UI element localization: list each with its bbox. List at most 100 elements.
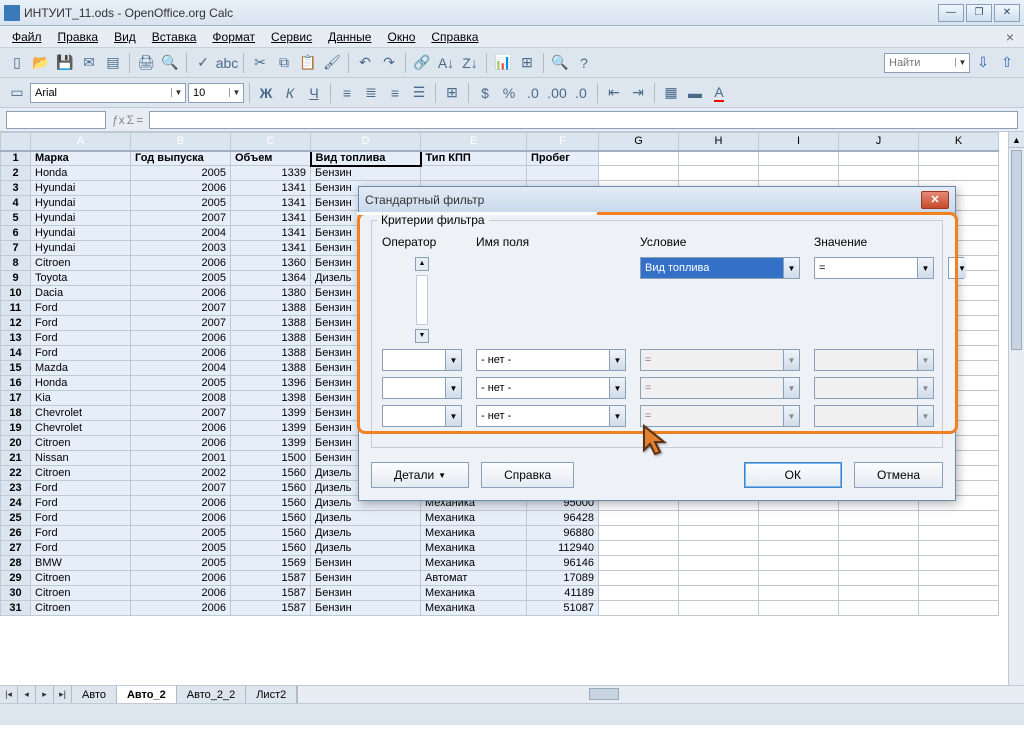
cell[interactable]: Hyundai [31, 181, 131, 196]
cell[interactable] [919, 526, 999, 541]
cell[interactable]: 1364 [231, 271, 311, 286]
cell[interactable]: 2007 [131, 316, 231, 331]
col-header[interactable]: J [839, 133, 919, 151]
cell[interactable]: 2005 [131, 526, 231, 541]
cell[interactable]: Citroen [31, 586, 131, 601]
cell[interactable] [599, 586, 679, 601]
cell[interactable]: Бензин [311, 556, 421, 571]
sum-icon[interactable]: Σ [127, 113, 134, 127]
indent-inc-icon[interactable]: ⇥ [627, 82, 649, 104]
cell[interactable]: 1341 [231, 241, 311, 256]
cell[interactable]: Вид топлива [311, 151, 421, 166]
cell[interactable]: 112940 [527, 541, 599, 556]
cell[interactable] [919, 571, 999, 586]
vertical-scrollbar[interactable]: ▲ [1008, 132, 1024, 685]
cell[interactable]: Kia [31, 391, 131, 406]
cell[interactable]: Автомат [421, 571, 527, 586]
cell[interactable]: 2007 [131, 211, 231, 226]
chevron-down-icon[interactable]: ▼ [445, 406, 461, 426]
col-header[interactable]: D [311, 133, 421, 151]
cell[interactable]: Dacia [31, 286, 131, 301]
cell[interactable] [599, 526, 679, 541]
cell[interactable]: 2001 [131, 451, 231, 466]
cell[interactable]: Объем [231, 151, 311, 166]
cell[interactable]: 1360 [231, 256, 311, 271]
chevron-down-icon[interactable]: ▼ [445, 378, 461, 398]
chevron-down-icon[interactable]: ▼ [917, 378, 933, 398]
sheet-tab[interactable]: Авто_2_2 [177, 686, 246, 703]
cell[interactable] [839, 541, 919, 556]
details-button[interactable]: Детали▼ [371, 462, 469, 488]
cell[interactable]: 2004 [131, 226, 231, 241]
find-box[interactable]: ▼ [884, 53, 970, 73]
scroll-thumb[interactable] [1011, 150, 1022, 350]
cell[interactable]: 96428 [527, 511, 599, 526]
cell[interactable]: 1500 [231, 451, 311, 466]
preview-icon[interactable]: 🔍 [159, 52, 181, 74]
cell[interactable]: 2006 [131, 436, 231, 451]
cell[interactable]: Nissan [31, 451, 131, 466]
zoom-icon[interactable]: 🔍 [549, 52, 571, 74]
table-row[interactable]: 30Citroen20061587БензинМеханика41189 [1, 586, 999, 601]
cell[interactable]: Hyundai [31, 196, 131, 211]
chevron-down-icon[interactable]: ▼ [229, 88, 243, 97]
cell[interactable]: 1341 [231, 211, 311, 226]
row-header[interactable]: 11 [1, 301, 31, 316]
equals-icon[interactable]: = [136, 113, 143, 127]
cell[interactable] [599, 601, 679, 616]
find-prev-icon[interactable]: ⇩ [972, 52, 994, 74]
dec-inc-icon[interactable]: .00 [546, 82, 568, 104]
name-box[interactable] [6, 111, 106, 129]
cell[interactable] [839, 151, 919, 166]
col-header[interactable]: A [31, 133, 131, 151]
row-header[interactable]: 12 [1, 316, 31, 331]
scroll-down-icon[interactable]: ▼ [415, 329, 429, 343]
cell[interactable]: Ford [31, 301, 131, 316]
chevron-down-icon[interactable]: ▼ [917, 350, 933, 370]
cell[interactable]: 1398 [231, 391, 311, 406]
cell[interactable] [679, 526, 759, 541]
cell[interactable]: Citroen [31, 256, 131, 271]
cell[interactable]: Ford [31, 511, 131, 526]
row-header[interactable]: 26 [1, 526, 31, 541]
operator-combo[interactable]: ▼ [382, 349, 462, 371]
sheet-tab[interactable]: Лист2 [246, 686, 297, 703]
cell[interactable]: 2006 [131, 181, 231, 196]
new-icon[interactable]: ▯ [6, 52, 28, 74]
cell[interactable]: Дизель [311, 541, 421, 556]
font-name-input[interactable] [31, 84, 171, 102]
cell[interactable]: 1388 [231, 316, 311, 331]
dialog-titlebar[interactable]: Стандартный фильтр ✕ [359, 187, 955, 213]
cell[interactable] [919, 541, 999, 556]
percent-icon[interactable]: % [498, 82, 520, 104]
col-header[interactable]: H [679, 133, 759, 151]
cell[interactable]: 1560 [231, 526, 311, 541]
cell[interactable]: 2006 [131, 346, 231, 361]
cell[interactable]: 2002 [131, 466, 231, 481]
styles-icon[interactable]: ▭ [6, 82, 28, 104]
cell[interactable]: Бензин [311, 166, 421, 181]
cell[interactable]: 2005 [131, 196, 231, 211]
chevron-down-icon[interactable]: ▼ [445, 350, 461, 370]
tab-next-icon[interactable]: ▸ [36, 686, 54, 703]
cell[interactable]: 1388 [231, 301, 311, 316]
table-row[interactable]: 2Honda20051339Бензин [1, 166, 999, 181]
cell[interactable]: 96146 [527, 556, 599, 571]
sort-desc-icon[interactable]: Z↓ [459, 52, 481, 74]
row-header[interactable]: 16 [1, 376, 31, 391]
cell[interactable]: 2006 [131, 286, 231, 301]
cell[interactable]: 1388 [231, 331, 311, 346]
row-header[interactable]: 18 [1, 406, 31, 421]
cell[interactable]: 1560 [231, 481, 311, 496]
chart-icon[interactable]: 📊 [492, 52, 514, 74]
col-header[interactable]: I [759, 133, 839, 151]
table-row[interactable]: 25Ford20061560ДизельМеханика96428 [1, 511, 999, 526]
cell[interactable]: Механика [421, 511, 527, 526]
cell[interactable]: Механика [421, 541, 527, 556]
cell[interactable] [919, 166, 999, 181]
cell[interactable] [759, 151, 839, 166]
italic-icon[interactable]: К [279, 82, 301, 104]
borders-icon[interactable]: ▦ [660, 82, 682, 104]
cell[interactable]: 2006 [131, 496, 231, 511]
row-header[interactable]: 24 [1, 496, 31, 511]
